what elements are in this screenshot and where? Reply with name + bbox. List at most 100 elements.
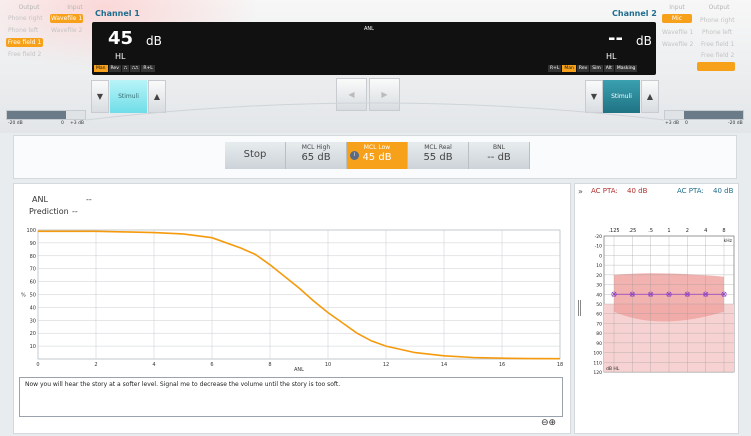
expand-icon[interactable]: » [578, 187, 583, 196]
ch2-hl: HL [606, 52, 617, 61]
ch1-slider-fill [7, 111, 67, 119]
stop-button[interactable]: Stop [225, 142, 286, 169]
ch2-mode-masking[interactable]: Masking [614, 65, 638, 72]
ac-pta-right-value: 40 dB [713, 187, 734, 195]
right-output-free-field-1[interactable]: Free field 1 [701, 41, 734, 48]
x-tick-label: 4 [152, 362, 155, 368]
channel-2-title: Channel 2 [612, 9, 657, 18]
freq-tick-label: 8 [722, 228, 725, 234]
y-tick-label: 90 [30, 241, 36, 247]
prediction-value: -- [72, 207, 78, 216]
right-output-selected[interactable] [697, 62, 735, 71]
y-tick-label: 20 [30, 331, 36, 337]
ch1-level-slider[interactable] [6, 110, 86, 120]
left-output-phone-left[interactable]: Phone left [8, 27, 38, 34]
x-tick-label: 14 [441, 362, 447, 368]
ch2-mode-tabs: R+L Man Rev Sim Alt Masking [548, 65, 638, 72]
db-tick-label: 90 [596, 341, 602, 347]
anl-chart: 10 20 30 40 50 60 70 80 90 100 0 2 4 6 8 10 12 14 16 18 ANL% [21, 228, 563, 372]
left-output-free-field-2[interactable]: Free field 2 [8, 51, 41, 58]
left-output-phone-right[interactable]: Phone right [8, 15, 43, 22]
db-tick-label: 80 [596, 331, 602, 337]
ac-pta-right-label: AC PTA: [677, 187, 704, 195]
y-tick-label: 70 [30, 267, 36, 273]
mcl-high-label: MCL High [301, 144, 331, 151]
x-tick-label: 6 [210, 362, 213, 368]
ch2-slider-mid: 0 [685, 121, 688, 126]
db-tick-label: 40 [596, 292, 602, 298]
chevron-left-icon: ◀ [348, 90, 355, 99]
ch1-slider-mid: 0 [61, 121, 64, 126]
chevron-right-icon: ▶ [381, 90, 388, 99]
right-input-wavefile-2[interactable]: Wavefile 2 [662, 41, 693, 48]
x-tick-label: 2 [94, 362, 97, 368]
audiogram-chart: -20 -10 0 10 20 30 40 50 60 70 80 90 100 110 120 .125 .2… [593, 228, 735, 374]
x-axis-label: ANL [294, 367, 304, 372]
right-output-phone-right[interactable]: Phone right [700, 17, 735, 24]
ch2-level: -- [608, 28, 623, 49]
mcl-high-button[interactable]: MCL High 65 dB [286, 142, 347, 169]
db-tick-label: 70 [596, 321, 602, 327]
freq-tick-label: 2 [686, 228, 689, 234]
mcl-low-label: MCL Low [363, 144, 391, 151]
mcl-high-value: 65 dB [301, 152, 331, 163]
ac-pta-left-value: 40 dB [627, 187, 648, 195]
info-icon: i [350, 151, 359, 160]
channel-connector-lines [86, 102, 664, 121]
ch1-mode-pulse[interactable]: ⎍ [121, 65, 130, 72]
x-tick-label: 10 [325, 362, 331, 368]
ch2-mode-rl[interactable]: R+L [548, 65, 562, 72]
instruction-textbox[interactable]: Now you will hear the story at a softer … [19, 377, 563, 417]
mcl-low-button[interactable]: i MCL Low 45 dB [347, 142, 408, 169]
prediction-label: Prediction [29, 207, 69, 216]
ch2-mode-sim[interactable]: Sim [590, 65, 603, 72]
db-tick-label: 110 [593, 360, 602, 366]
ch2-mode-rev[interactable]: Rev [576, 65, 590, 72]
db-tick-label: 30 [596, 283, 602, 289]
db-tick-label: 120 [593, 370, 602, 374]
zoom-in-icon[interactable]: ⊕ [549, 418, 557, 428]
y-tick-label: 100 [26, 228, 36, 234]
bnl-button[interactable]: BNL -- dB [469, 142, 530, 169]
freq-tick-label: 4 [704, 228, 707, 234]
ch1-mode-rev[interactable]: Rev [108, 65, 121, 72]
anl-label: ANL [32, 195, 48, 204]
ch2-slider-min: +3 dB [665, 121, 680, 126]
ch1-mode-tabs: Man Rev ⎍ ⎍⎍ R+L [94, 65, 155, 72]
ch2-mode-man[interactable]: Man [562, 65, 576, 72]
ch1-mode-rl[interactable]: R+L [141, 65, 155, 72]
ch1-slider-max: +3 dB [70, 121, 85, 126]
ch1-unit: dB [146, 34, 162, 48]
right-output-free-field-2[interactable]: Free field 2 [701, 52, 734, 59]
ch1-mode-multipulse[interactable]: ⎍⎍ [130, 65, 141, 72]
y-tick-label: 50 [30, 293, 36, 299]
right-output-phone-left[interactable]: Phone left [702, 29, 732, 36]
right-input-wavefile-1[interactable]: Wavefile 1 [662, 29, 693, 36]
khz-label: kHz [724, 238, 733, 244]
mcl-real-value: 55 dB [423, 152, 453, 163]
ch2-mode-alt[interactable]: Alt [603, 65, 614, 72]
ch1-mode-man[interactable]: Man [94, 65, 108, 72]
zoom-controls: ⊖⊕ [541, 418, 556, 428]
mcl-real-button[interactable]: MCL Real 55 dB [408, 142, 469, 169]
zoom-out-icon[interactable]: ⊖ [541, 418, 549, 428]
y-tick-label: 30 [30, 318, 36, 324]
x-tick-label: 18 [557, 362, 563, 368]
freq-tick-label: .5 [648, 228, 653, 234]
db-hl-label: dB HL [606, 366, 620, 372]
mcl-real-label: MCL Real [424, 144, 452, 151]
ch2-level-slider[interactable] [664, 110, 744, 120]
anl-value: -- [86, 195, 92, 204]
db-tick-label: 20 [596, 273, 602, 279]
panel-resize-handle[interactable] [578, 300, 581, 316]
display-title: ANL [364, 26, 374, 32]
left-input-wavefile-1[interactable]: Wavefile 1 [50, 14, 83, 23]
db-tick-label: 0 [599, 253, 602, 259]
right-input-mic[interactable]: Mic [662, 14, 692, 23]
left-output-free-field-1[interactable]: Free field 1 [6, 38, 43, 47]
right-input-label: Input [669, 4, 685, 11]
left-input-wavefile-2[interactable]: Wavefile 2 [51, 27, 82, 34]
x-tick-label: 16 [499, 362, 505, 368]
db-tick-label: 50 [596, 302, 602, 308]
ch1-hl: HL [115, 52, 126, 61]
